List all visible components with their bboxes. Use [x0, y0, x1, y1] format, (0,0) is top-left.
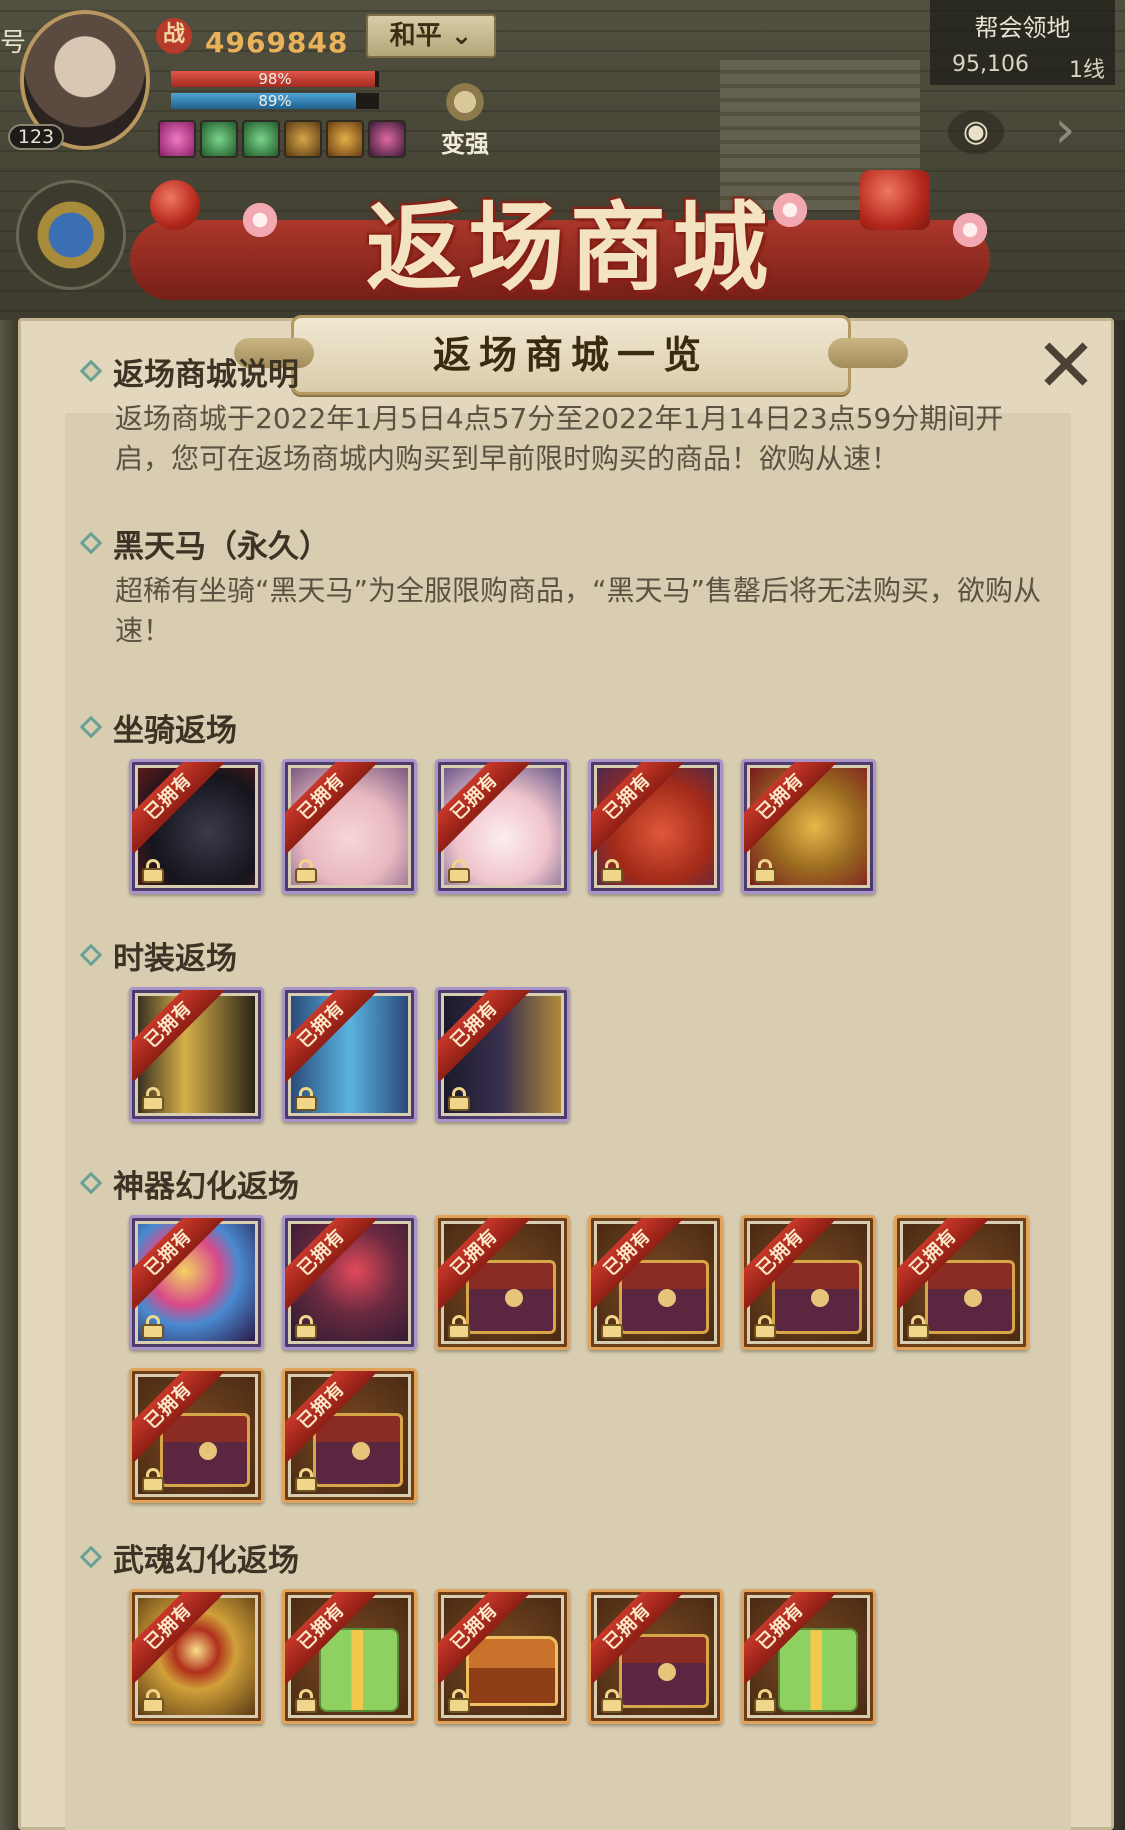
blossom-icon [240, 200, 280, 240]
artifact-item[interactable]: 已拥有 [435, 1215, 570, 1350]
lock-icon [907, 1315, 929, 1339]
mp-percent: 89% [258, 92, 292, 110]
mount-item[interactable]: 已拥有 [741, 759, 876, 894]
guild-territory-panel[interactable]: 帮会领地 95,106 1线 [930, 0, 1115, 85]
lock-icon [295, 1468, 317, 1492]
section-intro: 返场商城说明 返场商城于2022年1月5日4点57分至2022年1月14日23点… [77, 349, 1057, 479]
hp-bar: 98% [170, 70, 380, 88]
diamond-bullet-icon [79, 531, 103, 555]
strengthen-button[interactable]: 变强 [430, 80, 500, 160]
section-title: 时装返场 [113, 940, 237, 977]
level-badge: 123 [8, 124, 64, 150]
lock-icon [601, 1315, 623, 1339]
lock-icon [142, 1468, 164, 1492]
mount-items: 已拥有 已拥有 已拥有 已拥有 已拥有 [129, 759, 1069, 894]
artifact-item[interactable]: 已拥有 [588, 1215, 723, 1350]
diamond-bullet-icon [79, 1171, 103, 1195]
artifact-item[interactable]: 已拥有 [129, 1368, 264, 1503]
mount-item[interactable]: 已拥有 [435, 759, 570, 894]
pk-mode-select[interactable]: 和平 ⌄ [366, 14, 496, 58]
diamond-bullet-icon [79, 359, 103, 383]
hp-percent: 98% [258, 70, 292, 88]
territory-count: 95,106 [952, 52, 1029, 77]
scene-left-edge [0, 320, 18, 1830]
section-artifact: 神器幻化返场 已拥有 已拥有 已拥有 已拥有 已拥有 已拥有 已拥有 已拥有 [77, 1161, 1057, 1503]
diamond-bullet-icon [79, 1545, 103, 1569]
lock-icon [295, 1087, 317, 1111]
feature-round-button[interactable] [16, 180, 126, 290]
lock-icon [448, 859, 470, 883]
section-title: 返场商城说明 [113, 356, 299, 393]
artifact-item[interactable]: 已拥有 [282, 1215, 417, 1350]
shop-banner: 返场商城 [130, 150, 990, 320]
section-title: 黑天马（永久） [113, 528, 330, 565]
lock-icon [754, 1689, 776, 1713]
power-icon: 战 [156, 18, 192, 54]
artifact-item[interactable]: 已拥有 [129, 1215, 264, 1350]
lock-icon [295, 1689, 317, 1713]
territory-line: 1线 [1069, 58, 1105, 83]
section-title: 武魂幻化返场 [113, 1542, 299, 1579]
lock-icon [448, 1087, 470, 1111]
banner-title: 返场商城 [366, 191, 774, 304]
soul-item[interactable]: 已拥有 [129, 1589, 264, 1724]
mount-item[interactable]: 已拥有 [282, 759, 417, 894]
arrow-right-icon[interactable]: › [1040, 100, 1090, 160]
section-title: 坐骑返场 [113, 712, 237, 749]
fashion-item[interactable]: 已拥有 [435, 987, 570, 1122]
section-black-horse: 黑天马（永久） 超稀有坐骑“黑天马”为全服限购商品，“黑天马”售罄后将无法购买，… [77, 521, 1057, 651]
territory-title: 帮会领地 [974, 14, 1071, 42]
fashion-items: 已拥有 已拥有 已拥有 [129, 987, 1069, 1122]
section-mounts: 坐骑返场 已拥有 已拥有 已拥有 已拥有 已拥有 [77, 705, 1057, 894]
diamond-bullet-icon [79, 715, 103, 739]
lock-icon [754, 1315, 776, 1339]
mp-bar: 89% [170, 92, 380, 110]
power-value: 4969848 [205, 26, 349, 59]
lock-icon [295, 1315, 317, 1339]
section-description: 超稀有坐骑“黑天马”为全服限购商品，“黑天马”售罄后将无法购买，欲购从速！ [115, 574, 1042, 647]
gift-box-icon [860, 170, 930, 230]
lock-icon [448, 1689, 470, 1713]
section-fashion: 时装返场 已拥有 已拥有 已拥有 [77, 933, 1057, 1122]
artifact-items: 已拥有 已拥有 已拥有 已拥有 已拥有 已拥有 已拥有 已拥有 [129, 1215, 1069, 1503]
artifact-item[interactable]: 已拥有 [894, 1215, 1029, 1350]
strengthen-icon [443, 80, 487, 124]
fashion-item[interactable]: 已拥有 [129, 987, 264, 1122]
mount-item[interactable]: 已拥有 [129, 759, 264, 894]
diamond-bullet-icon [79, 943, 103, 967]
lock-icon [142, 1689, 164, 1713]
lock-icon [295, 859, 317, 883]
eye-icon[interactable]: ◉ [948, 110, 1004, 154]
fashion-item[interactable]: 已拥有 [282, 987, 417, 1122]
returning-shop-panel: 返场商城一览 ✕ 返场商城说明 返场商城于2022年1月5日4点57分至2022… [18, 315, 1114, 1830]
mount-item[interactable]: 已拥有 [588, 759, 723, 894]
soul-item[interactable]: 已拥有 [588, 1589, 723, 1724]
lock-icon [448, 1315, 470, 1339]
lock-icon [142, 859, 164, 883]
blossom-icon-3 [950, 210, 990, 250]
lantern-icon [150, 180, 200, 230]
lock-icon [142, 1087, 164, 1111]
soul-items: 已拥有 已拥有 已拥有 已拥有 已拥有 [129, 1589, 1069, 1724]
lock-icon [142, 1315, 164, 1339]
artifact-item[interactable]: 已拥有 [741, 1215, 876, 1350]
pk-mode-value: 和平 [389, 21, 442, 51]
artifact-item[interactable]: 已拥有 [282, 1368, 417, 1503]
soul-item[interactable]: 已拥有 [741, 1589, 876, 1724]
lock-icon [601, 1689, 623, 1713]
soul-item[interactable]: 已拥有 [282, 1589, 417, 1724]
section-soul: 武魂幻化返场 已拥有 已拥有 已拥有 已拥有 已拥有 [77, 1535, 1057, 1724]
section-title: 神器幻化返场 [113, 1168, 299, 1205]
section-description: 返场商城于2022年1月5日4点57分至2022年1月14日23点59分期间开启… [115, 402, 1004, 475]
chevron-down-icon: ⌄ [450, 21, 473, 51]
soul-item[interactable]: 已拥有 [435, 1589, 570, 1724]
lock-icon [601, 859, 623, 883]
lock-icon [754, 859, 776, 883]
